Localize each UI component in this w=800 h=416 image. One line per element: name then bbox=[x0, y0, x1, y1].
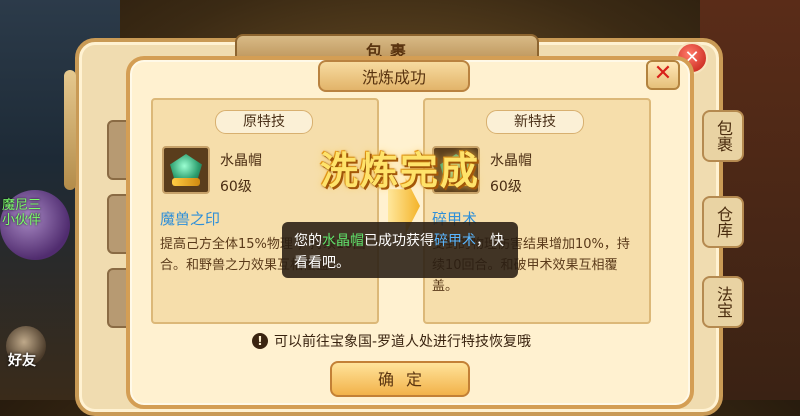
tip-text: 可以前往宝象国-罗道人处进行特技恢复哦 bbox=[274, 334, 532, 350]
new-skill-tag: 新特技 bbox=[486, 110, 584, 134]
toast-prefix: 您的 bbox=[294, 233, 322, 249]
bag-slot-column bbox=[107, 120, 133, 342]
old-skill-tag: 原特技 bbox=[215, 110, 313, 134]
tab-label: 包裹 bbox=[714, 120, 733, 152]
old-skill-name: 魔兽之印 bbox=[160, 210, 221, 228]
dialog-title: 洗炼成功 bbox=[361, 68, 426, 87]
tassel-decoration bbox=[64, 70, 76, 190]
refine-complete-banner: 洗炼完成 bbox=[319, 149, 480, 193]
tab-bag[interactable]: 包裹 bbox=[702, 110, 744, 162]
info-icon: ! bbox=[252, 333, 268, 349]
toast-item: 水晶帽 bbox=[322, 233, 364, 249]
close-icon: ✕ bbox=[653, 61, 673, 86]
old-item-level: 60级 bbox=[220, 179, 252, 195]
old-item-name: 水晶帽 bbox=[220, 153, 262, 169]
confirm-button[interactable]: 确定 bbox=[330, 361, 470, 397]
band-shape bbox=[172, 178, 200, 186]
helmet-icon bbox=[162, 146, 210, 194]
tab-warehouse[interactable]: 仓库 bbox=[702, 196, 744, 248]
friend-label[interactable]: 好友 bbox=[8, 350, 36, 370]
success-toast: 您的水晶帽已成功获得碎甲术，快看看吧。 bbox=[282, 222, 518, 278]
restore-tip: ! 可以前往宝象国-罗道人处进行特技恢复哦 bbox=[252, 331, 531, 351]
toast-skill: 碎甲术 bbox=[434, 233, 476, 249]
tab-label: 法宝 bbox=[714, 286, 733, 318]
dialog-close-button[interactable]: ✕ bbox=[646, 60, 680, 90]
tab-treasure[interactable]: 法宝 bbox=[702, 276, 744, 328]
toast-middle: 已成功获得 bbox=[364, 233, 434, 249]
tab-label: 仓库 bbox=[714, 206, 733, 238]
overlay-text: 魔尼三 小伙伴 bbox=[2, 198, 42, 228]
